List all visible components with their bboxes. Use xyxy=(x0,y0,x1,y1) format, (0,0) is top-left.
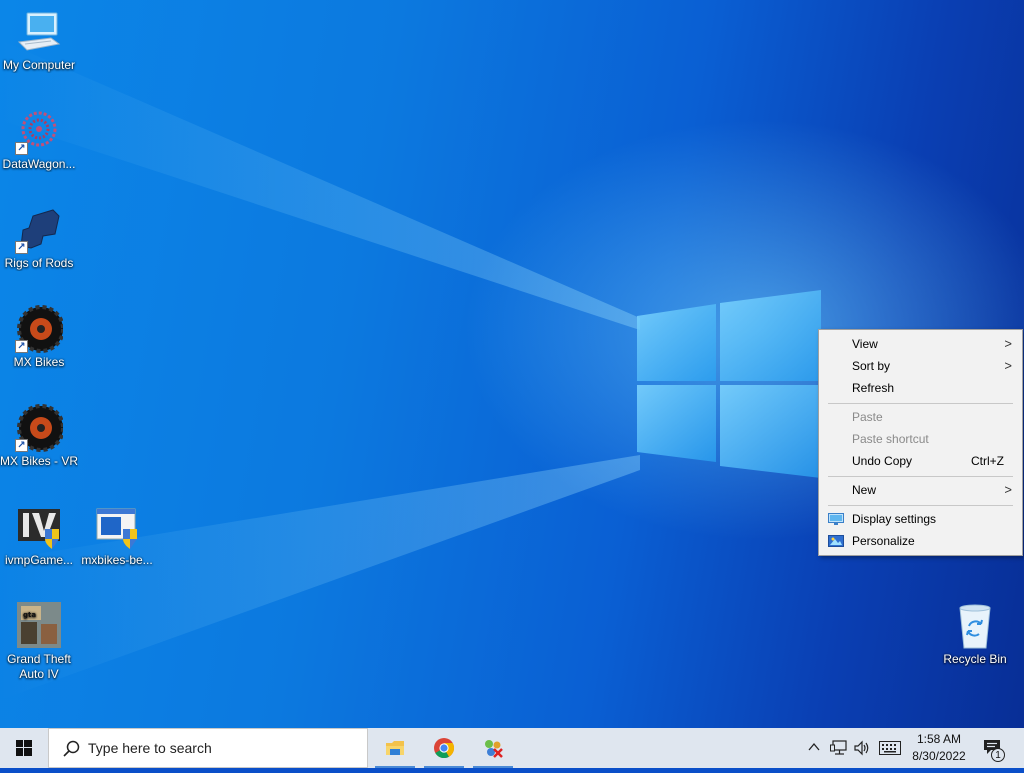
menu-item-sort-by[interactable]: Sort by > xyxy=(819,355,1022,377)
shortcut-arrow-icon: ↗ xyxy=(15,439,28,452)
desktop-icon-label: Rigs of Rods xyxy=(4,256,74,270)
display-icon xyxy=(828,513,844,525)
desktop-icon-label: My Computer xyxy=(2,58,76,72)
tire-icon: ↗ xyxy=(15,305,65,353)
desktop-icon-label: Recycle Bin xyxy=(943,652,1007,666)
desktop-icon-label: MX Bikes xyxy=(13,355,65,369)
desktop-icon-label: Grand Theft Auto IV xyxy=(7,652,71,681)
personalize-icon xyxy=(828,535,844,547)
folder-icon xyxy=(386,741,404,755)
menu-item-label: Undo Copy xyxy=(852,454,913,468)
chevron-up-icon xyxy=(808,742,820,751)
menu-item-label: View xyxy=(852,337,878,351)
menu-separator xyxy=(828,505,1013,506)
menu-item-personalize[interactable]: Personalize xyxy=(819,530,1022,552)
menu-item-label: Personalize xyxy=(852,534,915,548)
keyboard-tray-button[interactable] xyxy=(876,728,904,768)
gta-iv-logo-icon xyxy=(15,503,63,551)
menu-item-display-settings[interactable]: Display settings xyxy=(819,508,1022,530)
recycle-bin-icon xyxy=(951,602,999,650)
chrome-icon xyxy=(434,738,455,759)
network-icon xyxy=(830,740,847,755)
notification-count-badge: 1 xyxy=(991,748,1005,762)
notification-center-button[interactable]: 1 xyxy=(978,728,1010,768)
shortcut-arrow-icon: ↗ xyxy=(15,241,28,254)
menu-item-label: Sort by xyxy=(852,359,891,373)
taskbar-chrome[interactable] xyxy=(420,728,468,768)
windows-logo-icon xyxy=(16,740,32,756)
menu-item-paste-shortcut: Paste shortcut xyxy=(819,428,1022,450)
chevron-right-icon: > xyxy=(1004,358,1012,373)
desktop-icon-mxbikes-be[interactable]: mxbikes-be... xyxy=(78,503,156,568)
taskbar-clock[interactable]: 1:58 AM 8/30/2022 xyxy=(906,731,972,765)
desktop-icon-rigs-of-rods[interactable]: ↗ Rigs of Rods xyxy=(0,206,78,271)
installer-icon xyxy=(93,503,141,551)
menu-item-label: Refresh xyxy=(852,381,895,395)
menu-item-label: Paste xyxy=(852,410,883,424)
menu-separator xyxy=(828,403,1013,404)
desktop-icon-mx-bikes[interactable]: ↗ MX Bikes xyxy=(0,305,78,370)
menu-item-label: Paste shortcut xyxy=(852,432,929,446)
desktop-icon-recycle-bin[interactable]: Recycle Bin xyxy=(936,602,1014,667)
shortcut-arrow-icon: ↗ xyxy=(15,142,28,155)
desktop-icon-my-computer[interactable]: My Computer xyxy=(0,8,78,73)
volume-tray-button[interactable] xyxy=(852,728,874,768)
search-icon xyxy=(63,740,80,757)
start-button[interactable] xyxy=(0,728,48,768)
speaker-icon xyxy=(854,740,869,756)
desktop-icon-ivmpgame[interactable]: ivmpGame... xyxy=(0,503,78,568)
taskbar-network-app[interactable] xyxy=(469,728,517,768)
network-app-icon xyxy=(485,740,503,758)
search-placeholder: Type here to search xyxy=(88,740,212,756)
gta-iv-cover-icon: gta xyxy=(15,602,63,650)
menu-item-shortcut: Ctrl+Z xyxy=(971,454,1004,468)
chevron-right-icon: > xyxy=(1004,482,1012,497)
network-tray-button[interactable] xyxy=(828,728,850,768)
menu-item-paste: Paste xyxy=(819,406,1022,428)
desktop-context-menu: View > Sort by > Refresh Paste Paste sho… xyxy=(818,329,1023,556)
computer-icon xyxy=(15,8,63,56)
taskbar-file-explorer[interactable] xyxy=(371,728,419,768)
desktop-icon-label: mxbikes-be... xyxy=(81,553,153,567)
desktop-icon-gta-iv[interactable]: gta Grand Theft Auto IV xyxy=(0,602,78,682)
menu-item-new[interactable]: New > xyxy=(819,479,1022,501)
show-hidden-icons-button[interactable] xyxy=(804,728,824,768)
menu-item-label: Display settings xyxy=(852,512,937,526)
svg-text:gta: gta xyxy=(23,611,36,619)
desktop-icon-mx-bikes-vr[interactable]: ↗ MX Bikes - VR xyxy=(0,404,78,469)
taskbar: Type here to search 1:58 AM 8/30/2022 1 xyxy=(0,728,1024,768)
menu-item-refresh[interactable]: Refresh xyxy=(819,377,1022,399)
clock-date: 8/30/2022 xyxy=(912,749,966,763)
rigs-of-rods-icon: ↗ xyxy=(15,206,63,254)
desktop-icon-label: DataWagon... xyxy=(2,157,76,171)
menu-separator xyxy=(828,476,1013,477)
datawagon-icon: ↗ xyxy=(15,107,63,155)
menu-item-view[interactable]: View > xyxy=(819,333,1022,355)
shortcut-arrow-icon: ↗ xyxy=(15,340,28,353)
menu-item-undo-copy[interactable]: Undo Copy Ctrl+Z xyxy=(819,450,1022,472)
taskbar-search-box[interactable]: Type here to search xyxy=(48,728,368,768)
keyboard-icon xyxy=(879,741,901,755)
desktop-icon-datawagon[interactable]: ↗ DataWagon... xyxy=(0,107,78,172)
chevron-right-icon: > xyxy=(1004,336,1012,351)
desktop-icon-label: MX Bikes - VR xyxy=(0,454,78,468)
desktop-icon-label: ivmpGame... xyxy=(4,553,73,567)
clock-time: 1:58 AM xyxy=(916,732,962,746)
menu-item-label: New xyxy=(852,483,877,497)
tire-icon: ↗ xyxy=(15,404,65,452)
